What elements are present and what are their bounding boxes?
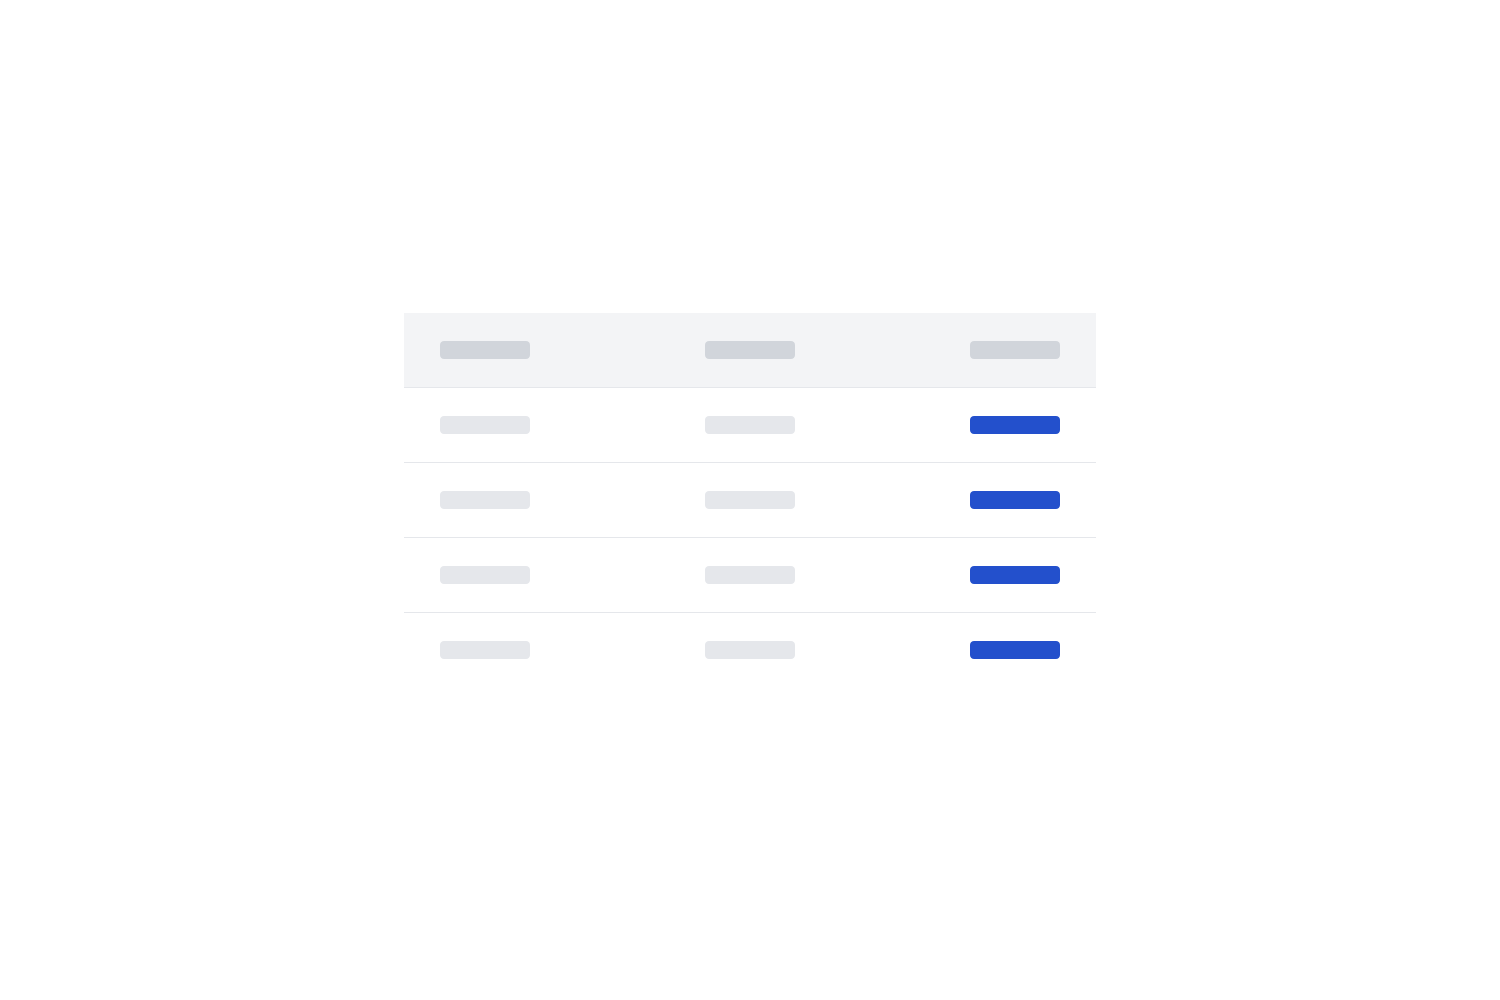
skeleton-action-pill[interactable] xyxy=(970,566,1060,584)
cell-1 xyxy=(440,491,647,509)
skeleton-text-pill xyxy=(440,491,530,509)
header-cell-2 xyxy=(647,341,854,359)
table-header-row xyxy=(404,313,1096,388)
cell-3 xyxy=(853,491,1060,509)
skeleton-header-pill xyxy=(440,341,530,359)
skeleton-action-pill[interactable] xyxy=(970,416,1060,434)
cell-3 xyxy=(853,416,1060,434)
cell-3 xyxy=(853,566,1060,584)
table-row xyxy=(404,538,1096,613)
cell-1 xyxy=(440,416,647,434)
table-row xyxy=(404,613,1096,687)
skeleton-text-pill xyxy=(705,641,795,659)
cell-3 xyxy=(853,641,1060,659)
skeleton-header-pill xyxy=(970,341,1060,359)
skeleton-text-pill xyxy=(705,491,795,509)
cell-2 xyxy=(647,641,854,659)
skeleton-action-pill[interactable] xyxy=(970,641,1060,659)
cell-2 xyxy=(647,491,854,509)
skeleton-text-pill xyxy=(440,641,530,659)
cell-2 xyxy=(647,566,854,584)
header-cell-3 xyxy=(853,341,1060,359)
table-row xyxy=(404,388,1096,463)
table-row xyxy=(404,463,1096,538)
skeleton-header-pill xyxy=(705,341,795,359)
cell-1 xyxy=(440,641,647,659)
cell-2 xyxy=(647,416,854,434)
skeleton-action-pill[interactable] xyxy=(970,491,1060,509)
skeleton-text-pill xyxy=(440,566,530,584)
skeleton-table xyxy=(404,313,1096,687)
skeleton-text-pill xyxy=(705,416,795,434)
cell-1 xyxy=(440,566,647,584)
header-cell-1 xyxy=(440,341,647,359)
skeleton-text-pill xyxy=(440,416,530,434)
skeleton-text-pill xyxy=(705,566,795,584)
